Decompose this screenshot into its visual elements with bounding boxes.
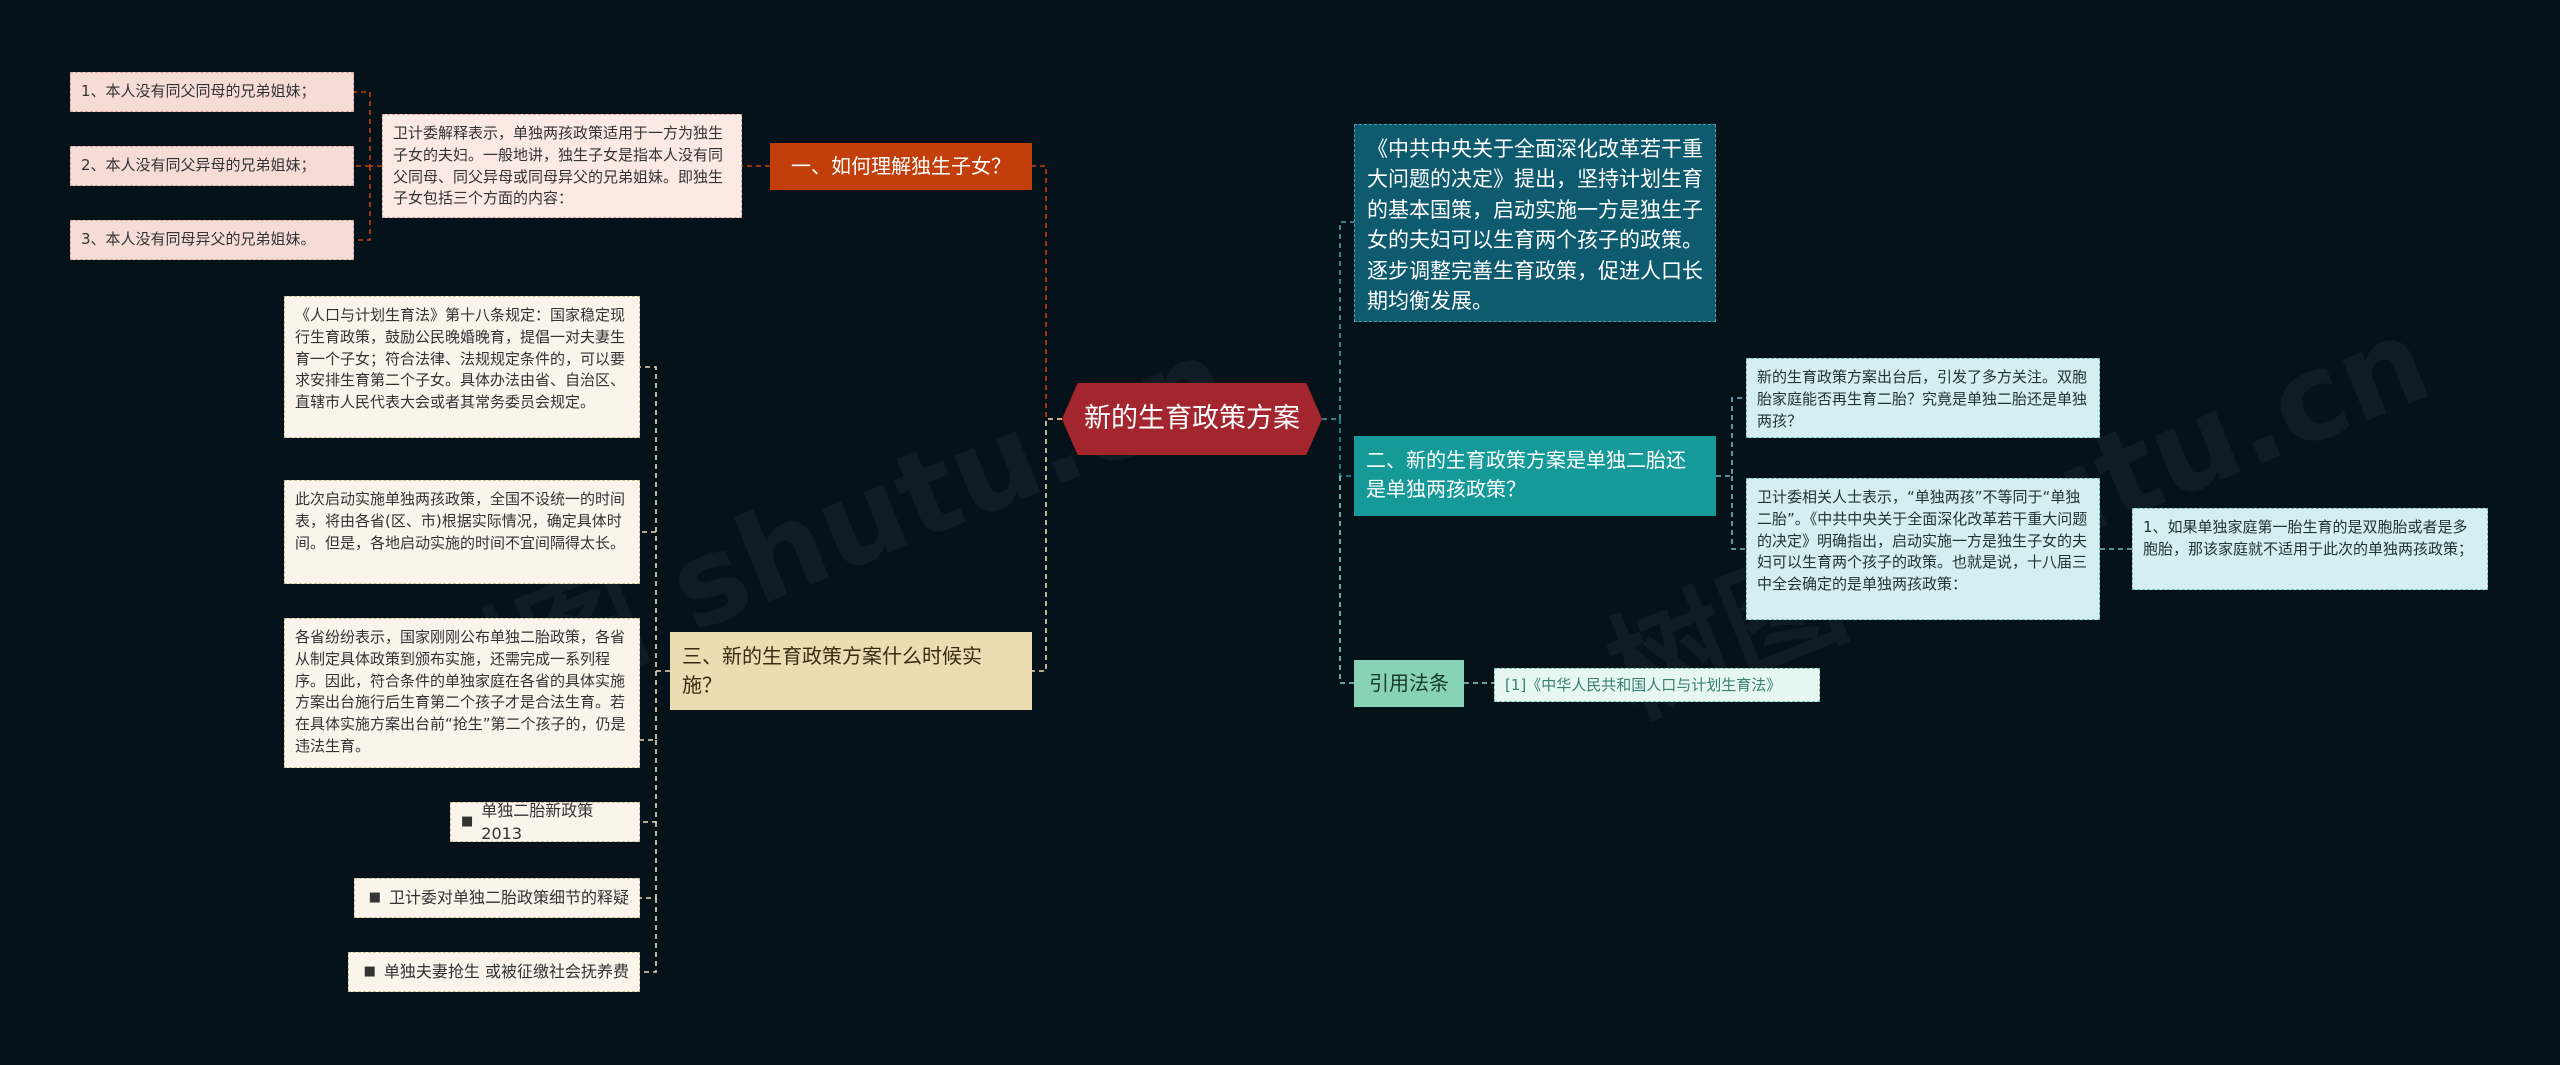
branch-central-decision[interactable]: 《中共中央关于全面深化改革若干重大问题的决定》提出，坚持计划生育的基本国策，启动…: [1354, 124, 1716, 322]
note-population-law[interactable]: 《人口与计划生育法》第十八条规定：国家稳定现行生育政策，鼓励公民晚婚晚育，提倡一…: [284, 296, 640, 438]
tag-label: 卫计委对单独二胎政策细节的释疑: [388, 888, 629, 908]
citation-link[interactable]: [1]《中华人民共和国人口与计划生育法》: [1494, 668, 1820, 702]
tag-item[interactable]: ■ 卫计委对单独二胎政策细节的释疑: [354, 878, 640, 918]
square-bullet-icon: ■: [368, 889, 381, 905]
only-child-item-3[interactable]: 3、本人没有同母异父的兄弟姐妹。: [70, 220, 354, 260]
tag-label: 单独夫妻抢生 或被征缴社会抚养费: [383, 962, 629, 982]
only-child-item-2[interactable]: 2、本人没有同父异母的兄弟姐妹；: [70, 146, 354, 186]
note-provincial-procedure[interactable]: 各省纷纷表示，国家刚刚公布单独二胎政策，各省从制定具体政策到颁布实施，还需完成一…: [284, 618, 640, 768]
branch-when-implemented[interactable]: 三、新的生育政策方案什么时候实施？: [670, 632, 1032, 710]
question-note[interactable]: 新的生育政策方案出台后，引发了多方关注。双胞胎家庭能否再生育二胎？究竟是单独二胎…: [1746, 358, 2100, 438]
tag-label: 单独二胎新政策2013: [481, 800, 594, 843]
only-child-item-1[interactable]: 1、本人没有同父同母的兄弟姐妹；: [70, 72, 354, 112]
root-topic[interactable]: 新的生育政策方案: [1062, 383, 1322, 455]
tag-item[interactable]: ■ 单独二胎新政策2013: [450, 800, 640, 843]
branch-second-child-or-two-children[interactable]: 二、新的生育政策方案是单独二胎还是单独两孩政策？: [1354, 436, 1716, 516]
branch-understand-only-child[interactable]: 一、如何理解独生子女？: [770, 143, 1032, 190]
branch-cited-law[interactable]: 引用法条: [1354, 660, 1464, 707]
twins-exception-note[interactable]: 1、如果单独家庭第一胎生育的是双胞胎或者是多胞胎，那该家庭就不适用于此次的单独两…: [2132, 508, 2488, 590]
square-bullet-icon: ■: [363, 963, 376, 979]
answer-note[interactable]: 卫计委相关人士表示，“单独两孩”不等同于“单独二胎”。《中共中央关于全面深化改革…: [1746, 478, 2100, 620]
only-child-explanation[interactable]: 卫计委解释表示，单独两孩政策适用于一方为独生子女的夫妇。一般地讲，独生子女是指本…: [382, 114, 742, 218]
note-no-unified-timetable[interactable]: 此次启动实施单独两孩政策，全国不设统一的时间表，将由各省(区、市)根据实际情况，…: [284, 480, 640, 584]
tag-item[interactable]: ■ 单独夫妻抢生 或被征缴社会抚养费: [348, 952, 640, 992]
square-bullet-icon: ■: [461, 813, 474, 829]
mindmap-canvas: 树图 shutu.cn 树图 shutu.cn: [0, 0, 2560, 1065]
